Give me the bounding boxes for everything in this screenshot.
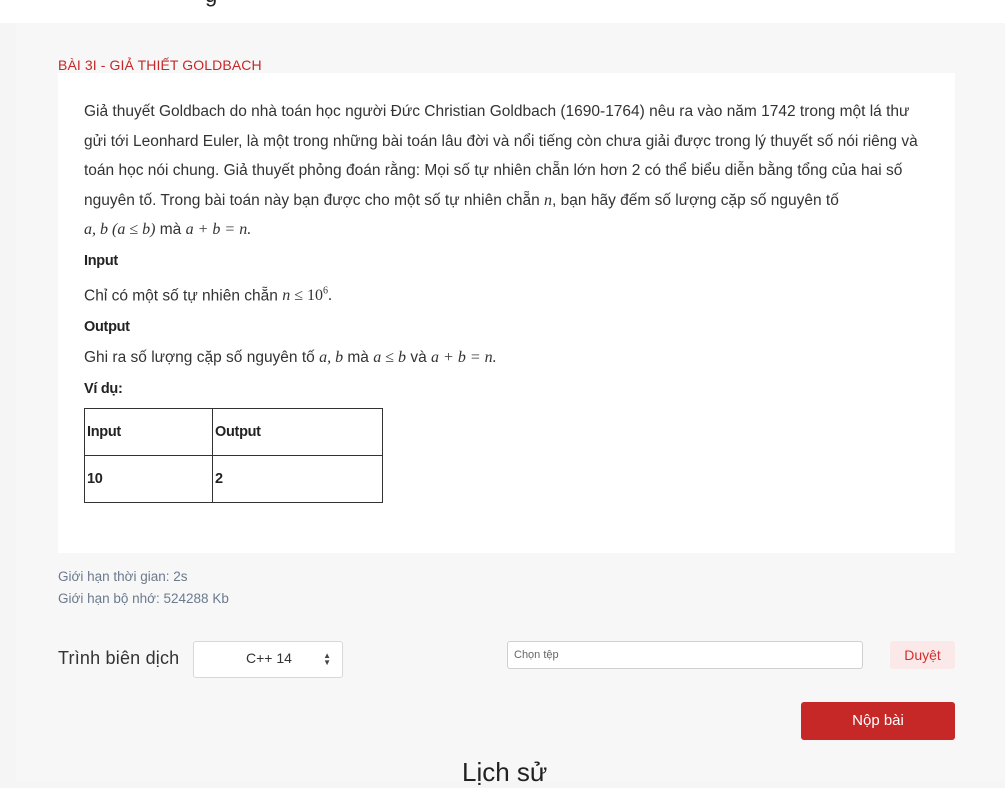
memory-limit: Giới hạn bộ nhớ: 524288 Kb bbox=[58, 591, 229, 606]
math-sum: a + b = n. bbox=[185, 221, 252, 238]
time-limit: Giới hạn thời gian: 2s bbox=[58, 569, 188, 584]
input-heading: Input bbox=[84, 252, 118, 269]
math-ab: a, b (a ≤ b) bbox=[84, 221, 156, 238]
example-table: Input Output 10 2 bbox=[84, 407, 383, 503]
file-input[interactable]: Chọn tệp bbox=[507, 641, 863, 669]
table-cell: 2 bbox=[212, 454, 383, 503]
output-description: Ghi ra số lượng cặp số nguyên tố a, b mà… bbox=[84, 348, 497, 366]
problem-statement-card: Giả thuyết Goldbach do nhà toán học ngườ… bbox=[58, 73, 955, 553]
table-cell: 10 bbox=[84, 454, 213, 503]
output-heading: Output bbox=[84, 318, 130, 335]
problem-statement: Giả thuyết Goldbach do nhà toán học ngườ… bbox=[84, 97, 929, 503]
statement-paragraph: Giả thuyết Goldbach do nhà toán học ngườ… bbox=[84, 103, 918, 238]
example-heading: Ví dụ: bbox=[84, 380, 123, 397]
table-row: 10 2 bbox=[84, 454, 383, 503]
select-arrows-icon: ▲ ▼ bbox=[323, 651, 331, 667]
top-partial-text: g bbox=[205, 0, 217, 8]
compiler-select[interactable]: C++ 14 ▲ ▼ bbox=[193, 641, 343, 678]
math-n-limit: n ≤ 106. bbox=[282, 285, 332, 304]
problem-title: BÀI 3I - GIẢ THIẾT GOLDBACH bbox=[58, 57, 262, 73]
problem-limits: Giới hạn thời gian: 2s Giới hạn bộ nhớ: … bbox=[58, 566, 229, 610]
compiler-label: Trình biên dịch bbox=[58, 648, 180, 668]
history-heading: Lịch sử bbox=[462, 757, 548, 787]
input-description: Chỉ có một số tự nhiên chẵn n ≤ 106. bbox=[84, 285, 332, 304]
table-header-cell: Output bbox=[212, 407, 383, 456]
file-input-placeholder: Chọn tệp bbox=[514, 649, 559, 661]
top-bar: g bbox=[0, 0, 1005, 23]
browse-button[interactable]: Duyệt bbox=[890, 641, 955, 669]
math-n: n bbox=[544, 191, 553, 209]
compiler-selected-value: C++ 14 bbox=[246, 650, 292, 666]
table-header-row: Input Output bbox=[84, 407, 383, 456]
table-header-cell: Input bbox=[84, 407, 213, 456]
submit-button[interactable]: Nộp bài bbox=[801, 702, 955, 740]
